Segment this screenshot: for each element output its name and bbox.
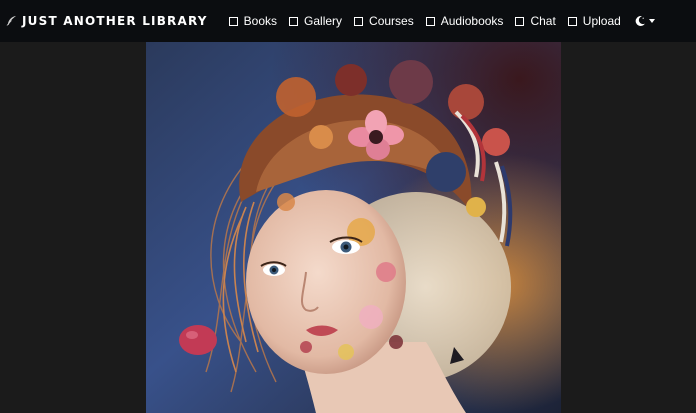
checkbox-icon [354, 16, 364, 26]
nav-chat-label: Chat [530, 14, 556, 28]
checkbox-icon [425, 16, 435, 26]
nav-chat[interactable]: Chat [515, 14, 556, 28]
nav-upload[interactable]: Upload [567, 14, 621, 28]
theme-toggle-dropdown[interactable] [634, 15, 655, 27]
checkbox-icon [515, 16, 525, 26]
checkbox-icon [289, 16, 299, 26]
nav-gallery[interactable]: Gallery [289, 14, 342, 28]
nav-gallery-label: Gallery [304, 14, 343, 28]
feather-icon [6, 15, 17, 26]
nav-books-label: Books [243, 14, 278, 28]
checkbox-icon [228, 16, 238, 26]
chevron-down-icon [648, 19, 655, 23]
nav-audiobooks-label: Audiobooks [440, 14, 504, 28]
top-navbar: Just Another Library Books Gallery Cours… [0, 0, 696, 42]
moon-icon [635, 16, 645, 27]
brand-link[interactable]: Just Another Library [6, 14, 208, 28]
artwork-illustration [146, 42, 561, 413]
nav-courses[interactable]: Courses [354, 14, 414, 28]
nav-books[interactable]: Books [228, 14, 278, 28]
brand-title: Just Another Library [22, 14, 208, 28]
checkbox-icon [567, 16, 577, 26]
nav-courses-label: Courses [369, 14, 414, 28]
nav-audiobooks[interactable]: Audiobooks [425, 14, 504, 28]
nav-upload-label: Upload [582, 14, 621, 28]
gallery-artwork-image[interactable] [146, 42, 561, 413]
